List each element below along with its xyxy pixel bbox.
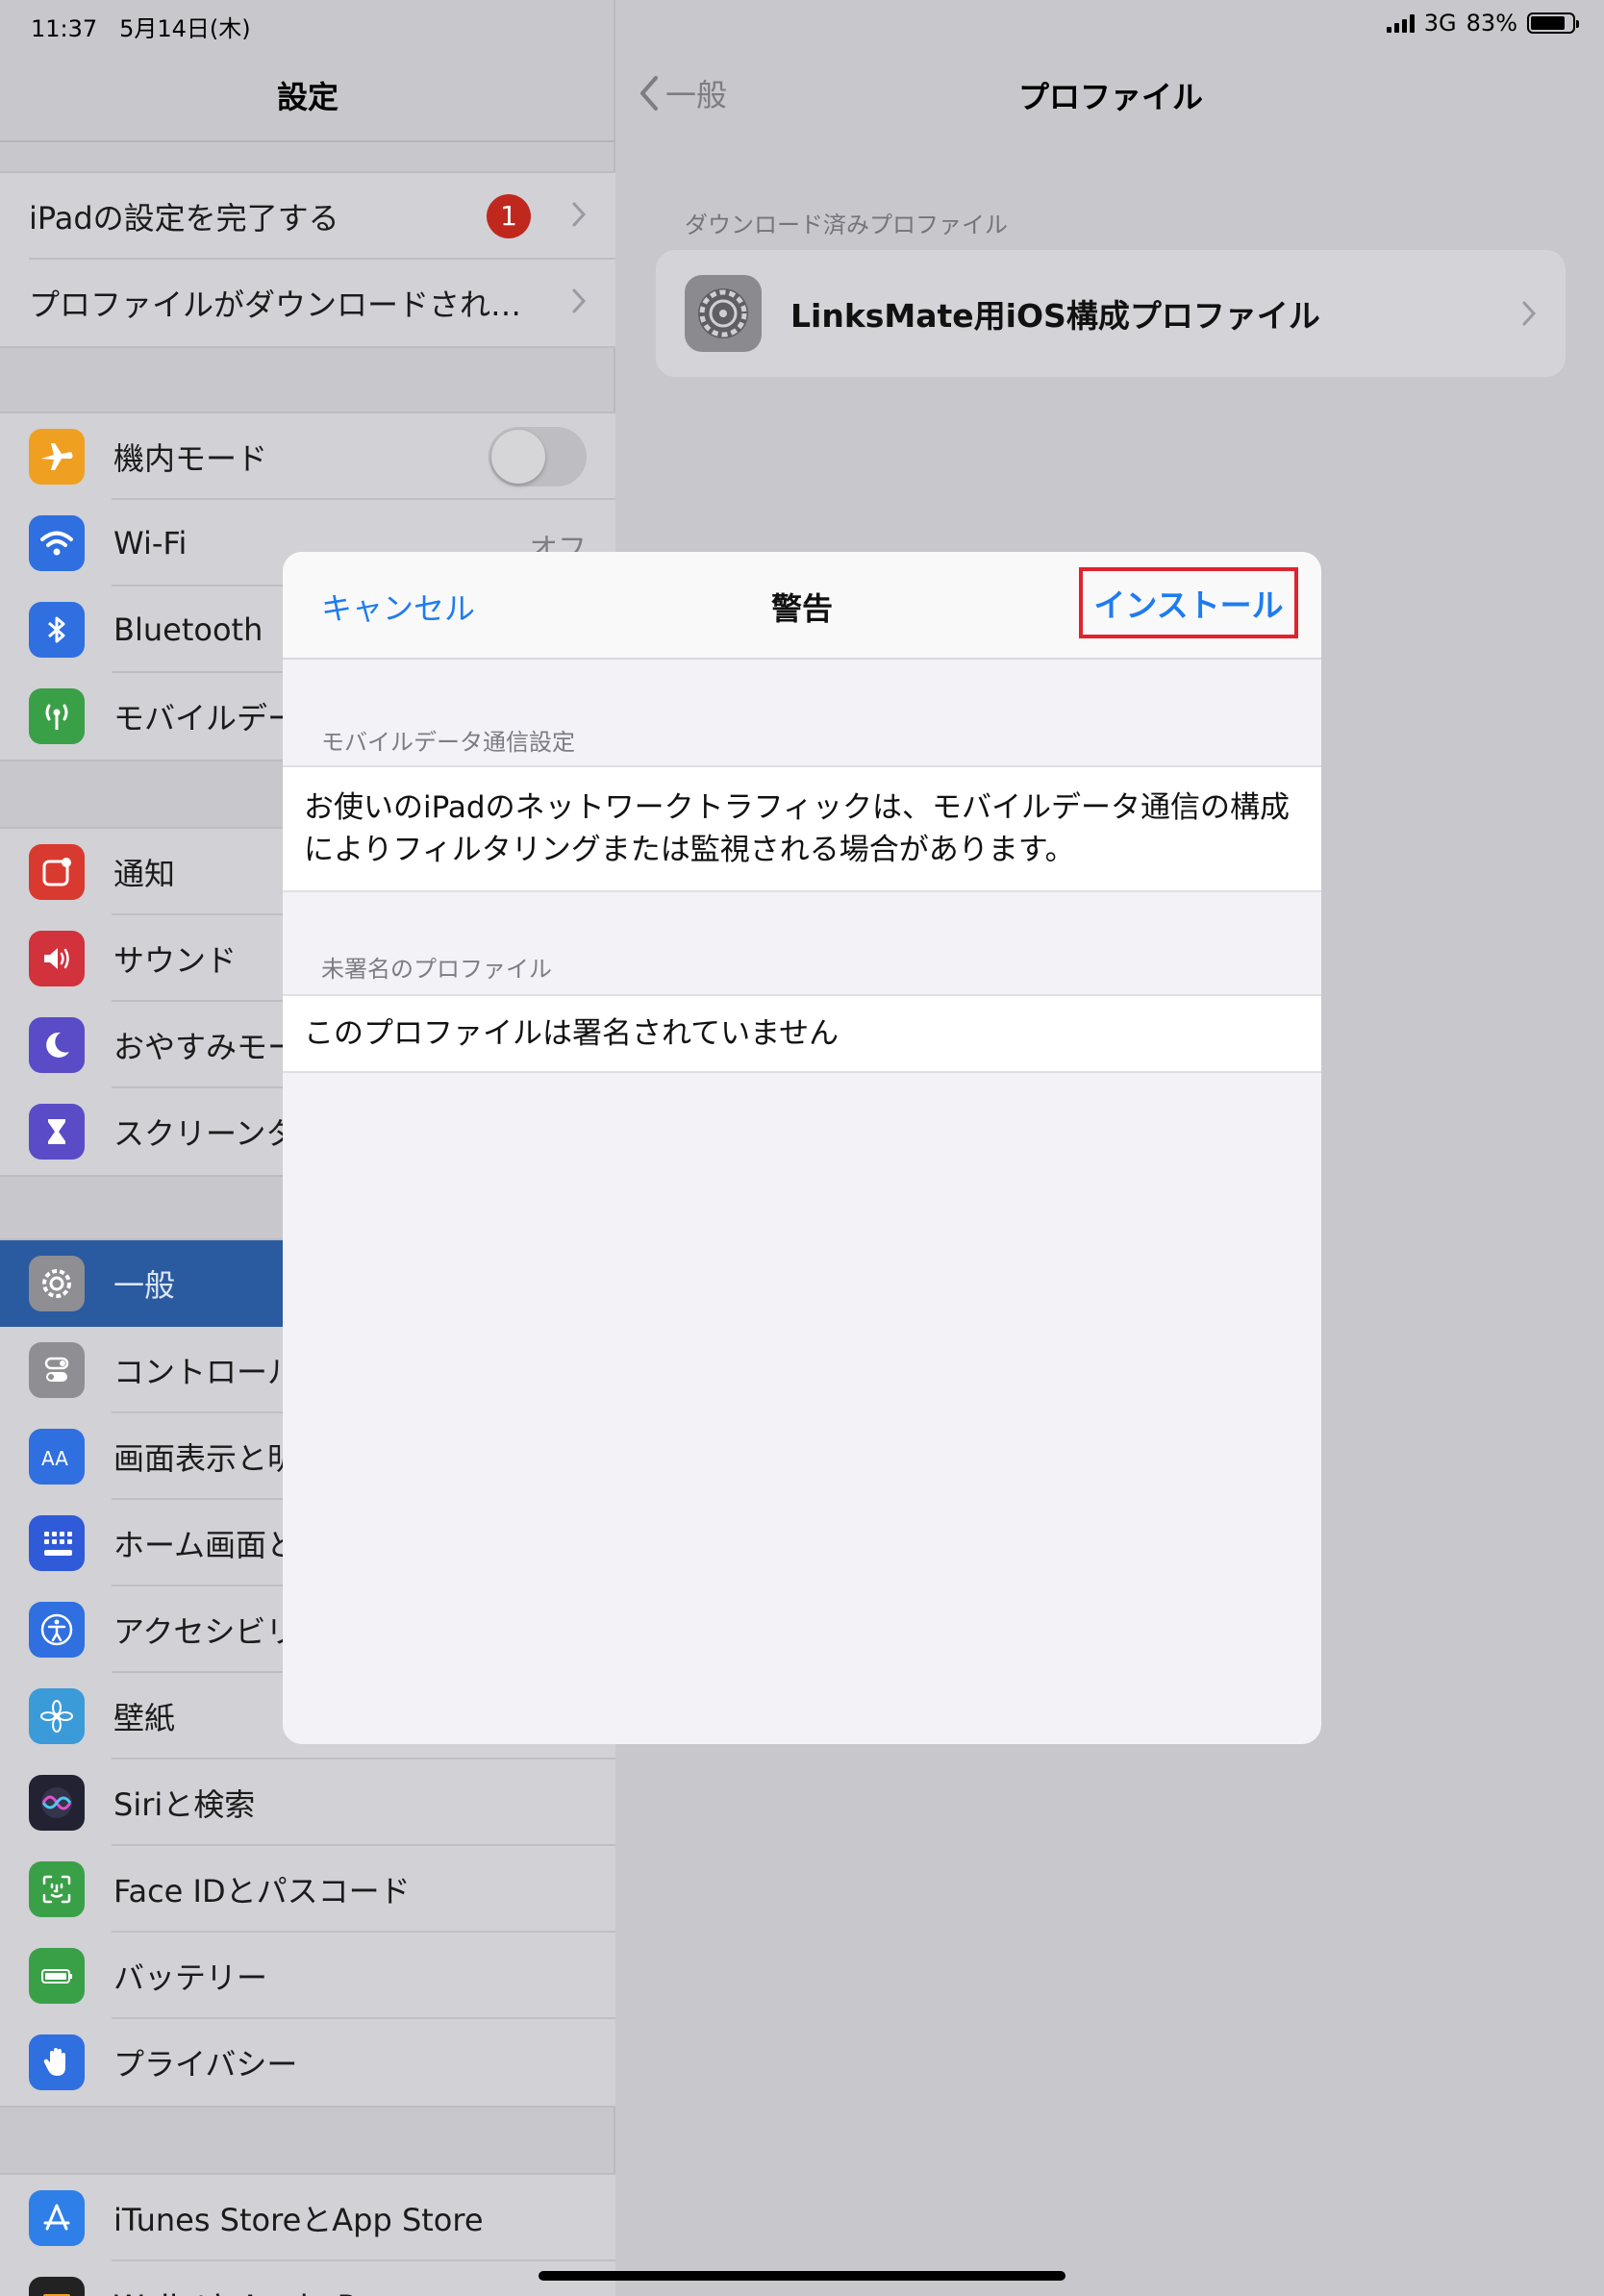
sidebar-item-label: バッテリー [113,1959,268,1996]
status-indicators: 3G 83% [1386,10,1579,37]
airplane-icon [29,429,85,485]
status-date: 5月14日(木) [119,15,251,42]
sidebar-item-app-store[interactable]: iTunes StoreとApp Store [0,2175,615,2261]
cellular-signal-icon [1386,13,1415,33]
sidebar-item-airplane-mode[interactable]: 機内モード [0,413,615,500]
sidebar-item-label: Bluetooth [113,611,263,648]
accessibility-icon [29,1602,85,1658]
status-time: 11:37 5月14日(木) [31,15,251,42]
battery-level-icon [1527,12,1579,34]
wallet-icon [29,2277,85,2296]
downloaded-profile-item[interactable]: LinksMate用iOS構成プロファイル [656,250,1566,377]
chevron-right-icon [1522,301,1537,326]
app-store-icon [29,2190,85,2246]
sidebar-item-face-id[interactable]: Face IDとパスコード [0,1846,615,1933]
sidebar-item-label: プライバシー [113,2046,298,2083]
home-indicator [539,2271,1065,2281]
sidebar-item-privacy[interactable]: プライバシー [0,2019,615,2106]
page-title: プロファイル [1017,79,1203,115]
sidebar-item-label: 一般 [113,1267,176,1304]
section-header: ダウンロード済みプロファイル [685,212,1008,238]
bluetooth-icon [29,602,85,658]
hand-icon [29,2034,85,2090]
install-label: インストール [1093,586,1284,624]
airplane-mode-toggle[interactable] [489,427,587,487]
chevron-right-icon [572,288,587,313]
sidebar-item-label: Wi-Fi [113,525,188,562]
section-header: 未署名のプロファイル [321,956,552,983]
sidebar-item-label: WalletとApple Pay [113,2283,391,2296]
profile-name: LinksMate用iOS構成プロファイル [790,297,1320,335]
sidebar-item-label: Siriと検索 [113,1786,256,1823]
face-id-icon [29,1861,85,1917]
sidebar-item-profile-downloaded[interactable]: プロファイルがダウンロードされ… [0,260,615,346]
sidebar-item-battery[interactable]: バッテリー [0,1933,615,2019]
divider [0,140,615,142]
wifi-icon [29,515,85,571]
sidebar-item-label: Face IDとパスコード [113,1873,411,1909]
flower-icon [29,1688,85,1744]
svg-text:AA: AA [41,1447,68,1470]
text-size-icon: AA [29,1429,85,1485]
install-button[interactable]: インストール [1079,567,1298,638]
sidebar-item-label: プロファイルがダウンロードされ… [29,287,522,323]
sidebar-title: 設定 [276,79,338,115]
gear-icon [29,1256,85,1311]
sidebar-item-label: iTunes StoreとApp Store [113,2202,484,2238]
setup-group: iPadの設定を完了する 1 プロファイルがダウンロードされ… [0,171,615,348]
home-grid-icon [29,1515,85,1571]
antenna-icon [29,688,85,744]
siri-icon [29,1775,85,1831]
battery-percent: 83% [1466,10,1517,37]
battery-icon [29,1948,85,2004]
sheet-header: キャンセル 警告 インストール [283,552,1321,660]
sidebar-item-label: 通知 [113,856,176,892]
switches-icon [29,1342,85,1398]
warning-sheet: キャンセル 警告 インストール モバイルデータ通信設定 お使いのiPadのネット… [283,552,1321,1744]
speaker-icon [29,931,85,986]
sidebar-item-label: 壁紙 [113,1700,176,1736]
section-header: モバイルデータ通信設定 [321,729,575,756]
settings-gear-icon [685,275,762,352]
network-type: 3G [1423,10,1457,37]
mobile-data-warning-text: お使いのiPadのネットワークトラフィックは、モバイルデータ通信の構成によりフィ… [283,765,1321,892]
sidebar-item-label: 機内モード [113,440,268,477]
unsigned-profile-text: このプロファイルは署名されていません [283,994,1321,1073]
chevron-right-icon [572,202,587,227]
sidebar-item-siri[interactable]: Siriと検索 [0,1759,615,1846]
sidebar-item-finish-setup[interactable]: iPadの設定を完了する 1 [0,173,615,260]
sidebar-item-label: iPadの設定を完了する [29,200,339,237]
moon-icon [29,1017,85,1073]
cancel-button[interactable]: キャンセル [321,585,475,629]
sidebar-item-wallet[interactable]: WalletとApple Pay [0,2261,615,2296]
notification-badge: 1 [487,194,531,238]
store-group: iTunes StoreとApp Store WalletとApple Pay [0,2173,615,2296]
notification-icon [29,844,85,900]
hourglass-icon [29,1104,85,1160]
sidebar-item-label: サウンド [113,942,238,979]
